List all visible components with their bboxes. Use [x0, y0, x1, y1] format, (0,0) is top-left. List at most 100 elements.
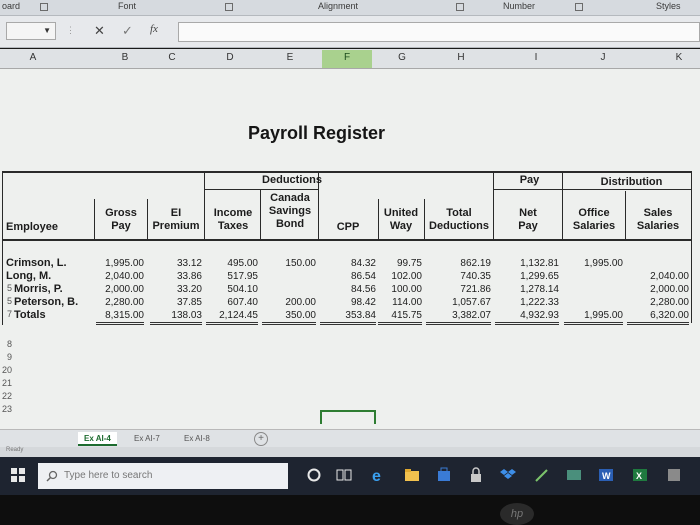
column-header-e[interactable]: E: [265, 52, 315, 63]
store-icon[interactable]: [436, 467, 452, 483]
sheet-tab-ex-ai-4[interactable]: Ex AI-4: [78, 432, 117, 446]
employee-name-cell[interactable]: Long, M.: [6, 270, 51, 282]
employee-name-cell[interactable]: Morris, P.: [14, 283, 63, 295]
worksheet-grid[interactable]: Payroll Register Deductions Pay Distribu…: [0, 69, 700, 429]
cancel-entry-icon[interactable]: ✕: [94, 23, 105, 39]
net-pay-cell[interactable]: 1,222.33: [495, 297, 559, 309]
task-view-icon[interactable]: [336, 467, 352, 483]
font-launcher-icon[interactable]: [225, 3, 233, 11]
total-net-pay-cell[interactable]: 4,932.93: [495, 310, 559, 325]
number-launcher-icon[interactable]: [575, 3, 583, 11]
total-cpp-cell[interactable]: 353.84: [320, 310, 376, 325]
sheet-tab-ex-ai-7[interactable]: Ex AI-7: [128, 432, 166, 446]
row-number[interactable]: 7: [0, 309, 12, 319]
sheet-tab-ex-ai-8[interactable]: Ex AI-8: [178, 432, 216, 446]
pinned-app-icon[interactable]: [666, 467, 682, 483]
csb-cell[interactable]: 200.00: [262, 297, 316, 309]
ei-premium-cell[interactable]: 37.85: [150, 297, 202, 309]
ei-premium-cell[interactable]: 33.86: [150, 271, 202, 283]
gross-pay-cell[interactable]: 2,000.00: [96, 284, 144, 296]
column-header-f[interactable]: F: [322, 50, 372, 68]
sales-salaries-cell[interactable]: 2,040.00: [627, 271, 689, 283]
cpp-cell[interactable]: 98.42: [320, 297, 376, 309]
total-deductions-cell[interactable]: 740.35: [426, 271, 491, 283]
total-deductions-cell[interactable]: 862.19: [426, 258, 491, 270]
net-pay-cell[interactable]: 1,278.14: [495, 284, 559, 296]
excel-app-icon[interactable]: X: [632, 467, 648, 483]
row-number[interactable]: 5: [0, 283, 12, 293]
word-app-icon[interactable]: W: [598, 467, 614, 483]
gross-pay-cell[interactable]: 2,280.00: [96, 297, 144, 309]
total-deductions-total-cell[interactable]: 3,382.07: [426, 310, 491, 325]
dropbox-icon[interactable]: [500, 467, 516, 483]
pen-app-icon[interactable]: [534, 467, 550, 483]
total-ei-premium-cell[interactable]: 138.03: [150, 310, 202, 325]
column-header-b[interactable]: B: [100, 52, 150, 63]
column-header-j[interactable]: J: [578, 52, 628, 63]
office-salaries-cell[interactable]: 1,995.00: [564, 258, 623, 270]
total-gross-pay-cell[interactable]: 8,315.00: [96, 310, 144, 325]
gross-pay-cell[interactable]: 2,040.00: [96, 271, 144, 283]
name-box[interactable]: ▼: [6, 22, 56, 40]
net-pay-cell[interactable]: 1,132.81: [495, 258, 559, 270]
column-header-i[interactable]: I: [511, 52, 561, 63]
csb-cell[interactable]: 150.00: [262, 258, 316, 270]
enter-entry-icon[interactable]: ✓: [122, 23, 133, 39]
column-header-g[interactable]: G: [377, 52, 427, 63]
formula-input[interactable]: [178, 22, 700, 42]
total-deductions-cell[interactable]: 1,057.67: [426, 297, 491, 309]
total-office-salaries-cell[interactable]: 1,995.00: [564, 310, 623, 325]
more-options-icon[interactable]: ⋮: [66, 25, 75, 36]
cortana-icon[interactable]: [306, 467, 322, 483]
totals-label[interactable]: Totals: [14, 309, 46, 321]
column-header-d[interactable]: D: [205, 52, 255, 63]
total-sales-salaries-cell[interactable]: 6,320.00: [627, 310, 689, 325]
photos-app-icon[interactable]: [566, 467, 582, 483]
alignment-launcher-icon[interactable]: [456, 3, 464, 11]
row-number[interactable]: 20: [0, 365, 12, 375]
cpp-cell[interactable]: 86.54: [320, 271, 376, 283]
windows-start-icon[interactable]: [10, 467, 26, 483]
cpp-cell[interactable]: 84.56: [320, 284, 376, 296]
united-way-cell[interactable]: 102.00: [378, 271, 422, 283]
lock-app-icon[interactable]: [468, 467, 484, 483]
total-csb-cell[interactable]: 350.00: [262, 310, 316, 325]
united-way-cell[interactable]: 114.00: [378, 297, 422, 309]
united-way-cell[interactable]: 99.75: [378, 258, 422, 270]
file-explorer-icon[interactable]: [404, 467, 420, 483]
united-way-cell[interactable]: 100.00: [378, 284, 422, 296]
row-number[interactable]: 23: [0, 404, 12, 414]
row-number[interactable]: 21: [0, 378, 12, 388]
clipboard-launcher-icon[interactable]: [40, 3, 48, 11]
column-header-k[interactable]: K: [654, 52, 700, 63]
income-tax-cell[interactable]: 607.40: [206, 297, 258, 309]
row-number[interactable]: 5: [0, 296, 12, 306]
add-sheet-icon[interactable]: +: [254, 432, 268, 446]
cpp-cell[interactable]: 84.32: [320, 258, 376, 270]
name-box-dropdown-icon[interactable]: ▼: [43, 26, 51, 35]
sales-salaries-cell[interactable]: 2,280.00: [627, 297, 689, 309]
edge-browser-icon[interactable]: e: [370, 467, 386, 483]
taskbar-search-box[interactable]: Type here to search: [38, 463, 288, 489]
row-number[interactable]: 8: [0, 339, 12, 349]
total-deductions-cell[interactable]: 721.86: [426, 284, 491, 296]
column-header-c[interactable]: C: [147, 52, 197, 63]
employee-name-cell[interactable]: Peterson, B.: [14, 296, 78, 308]
sales-salaries-cell[interactable]: 2,000.00: [627, 284, 689, 296]
row-number[interactable]: 9: [0, 352, 12, 362]
ei-premium-cell[interactable]: 33.12: [150, 258, 202, 270]
column-header-h[interactable]: H: [436, 52, 486, 63]
income-tax-cell[interactable]: 504.10: [206, 284, 258, 296]
income-tax-cell[interactable]: 517.95: [206, 271, 258, 283]
total-united-way-cell[interactable]: 415.75: [378, 310, 422, 325]
active-cell-outline[interactable]: [320, 410, 376, 424]
employee-name-cell[interactable]: Crimson, L.: [6, 257, 67, 269]
total-income-tax-cell[interactable]: 2,124.45: [206, 310, 258, 325]
net-pay-cell[interactable]: 1,299.65: [495, 271, 559, 283]
gross-pay-cell[interactable]: 1,995.00: [96, 258, 144, 270]
row-number[interactable]: 22: [0, 391, 12, 401]
ei-premium-cell[interactable]: 33.20: [150, 284, 202, 296]
insert-function-icon[interactable]: fx: [150, 23, 158, 35]
income-tax-cell[interactable]: 495.00: [206, 258, 258, 270]
column-header-a[interactable]: A: [8, 52, 58, 63]
